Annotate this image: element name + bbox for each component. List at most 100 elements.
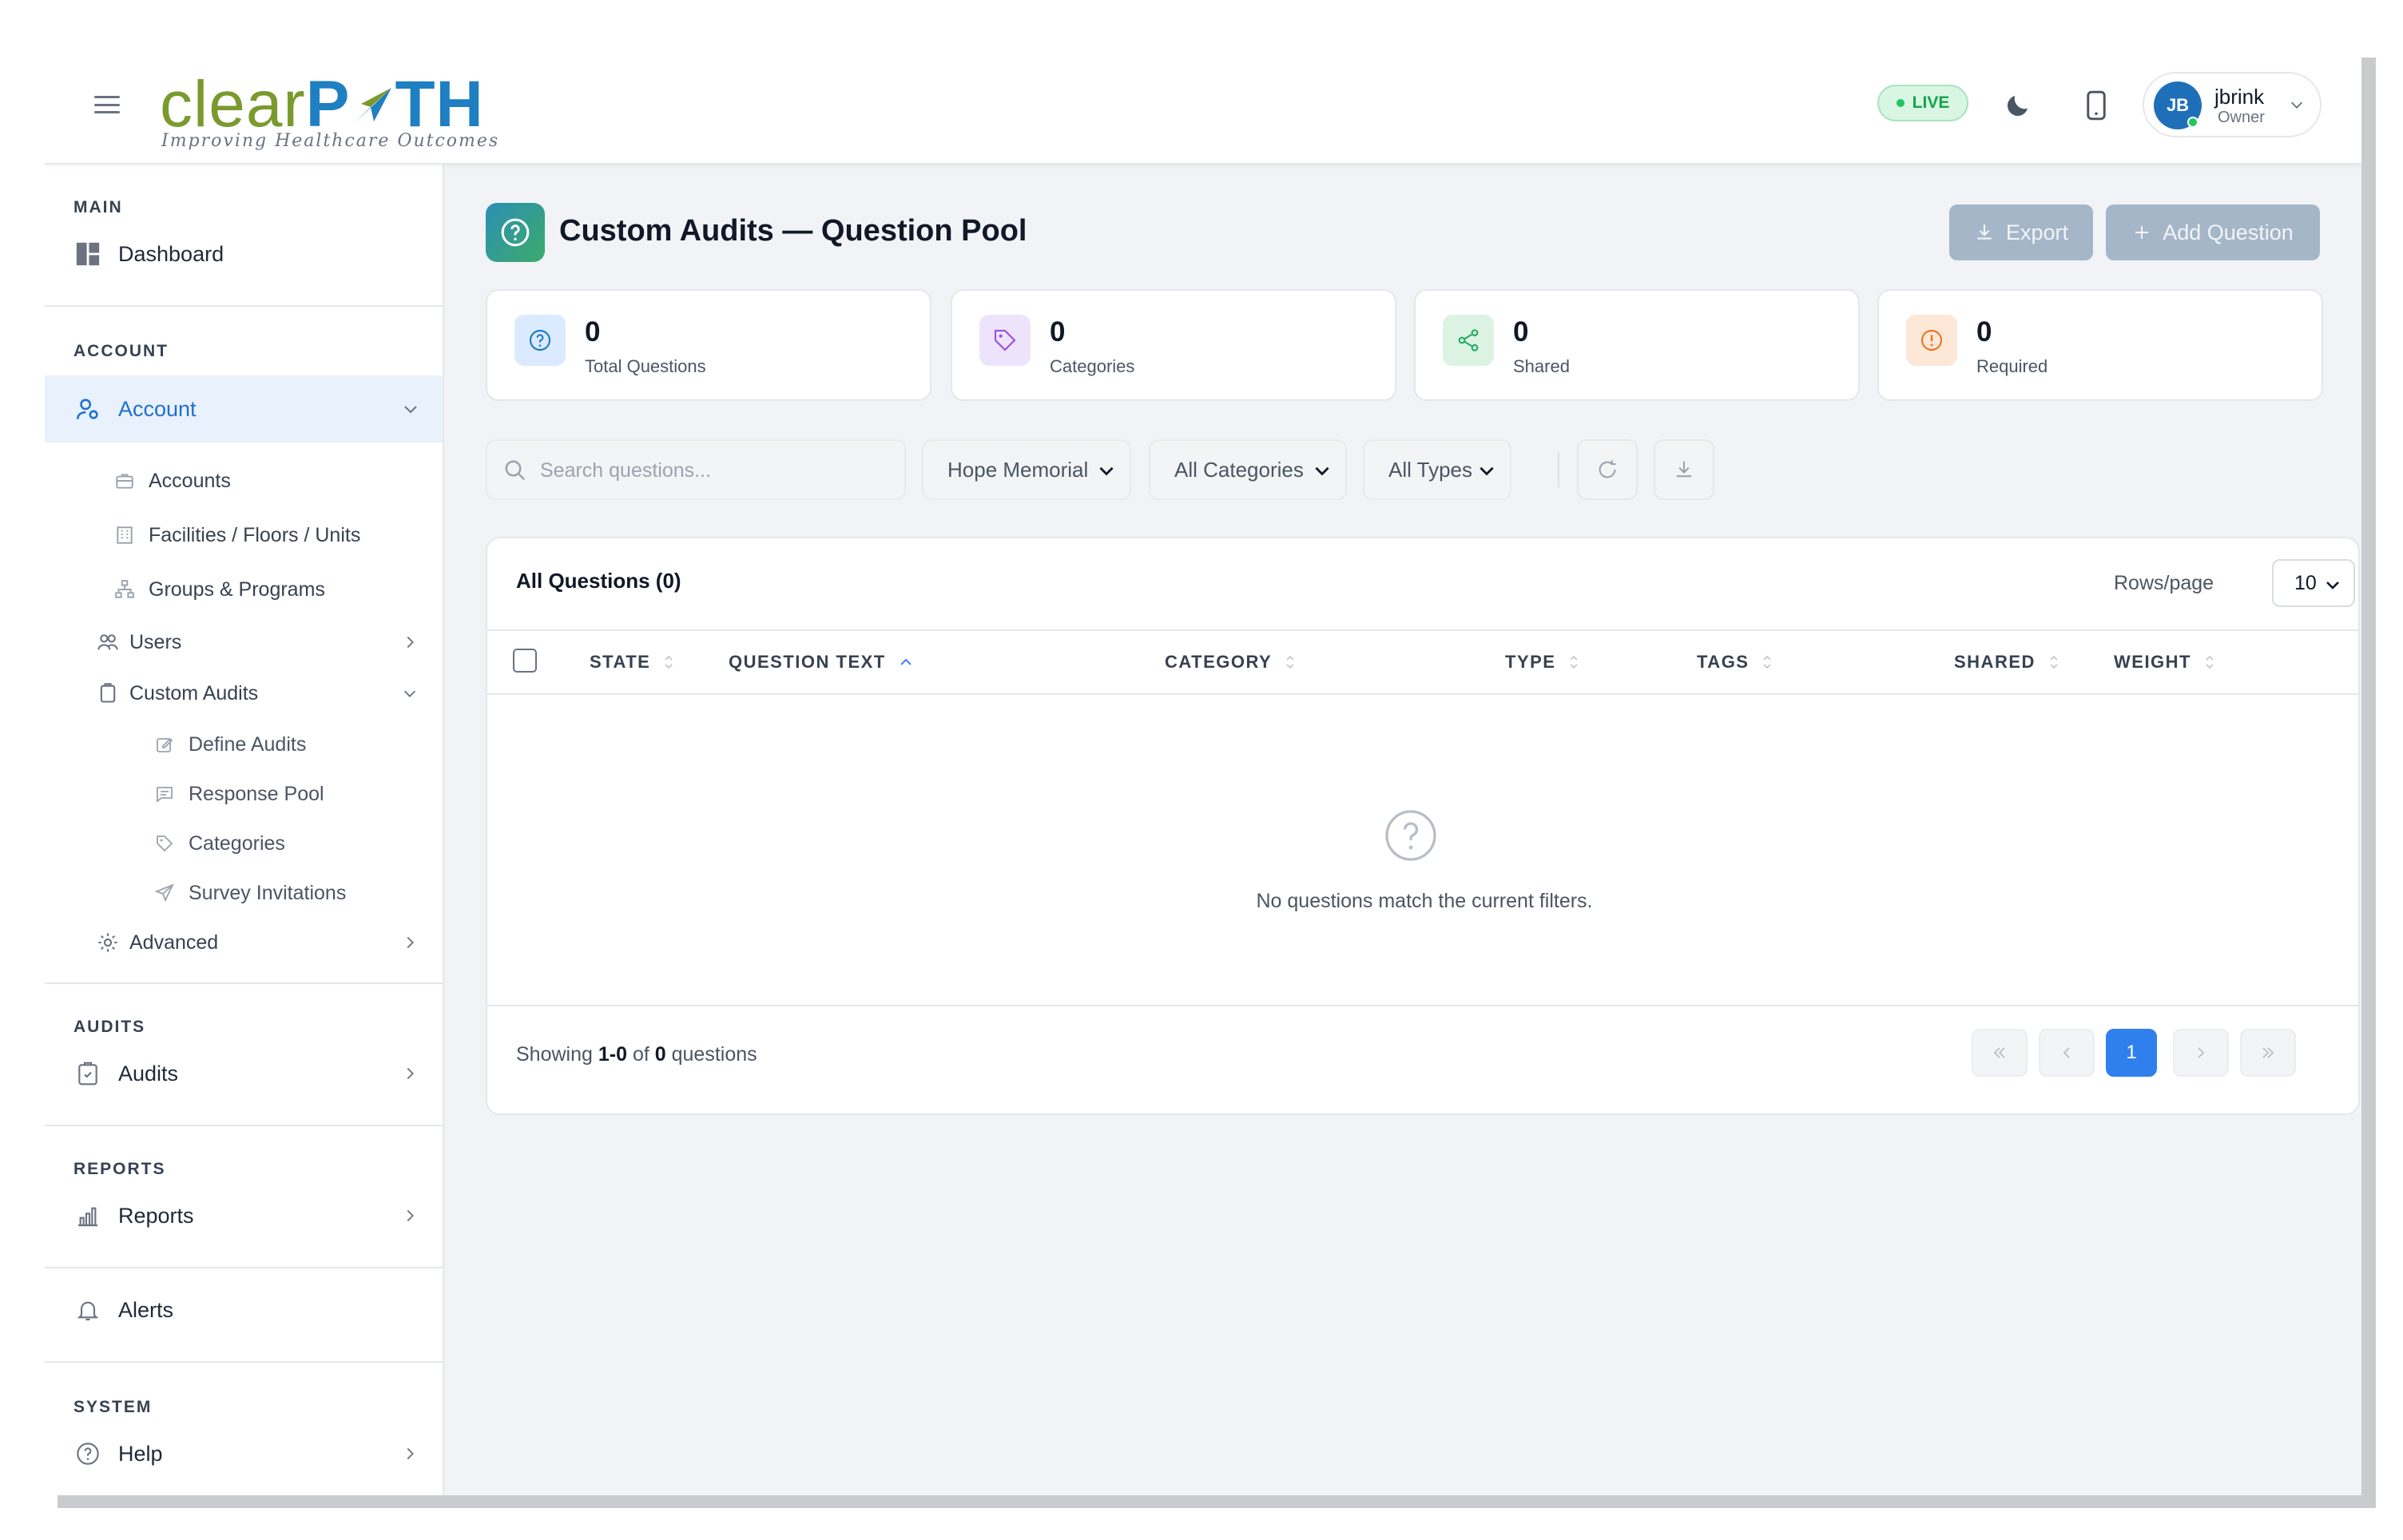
column-header-question-text[interactable]: QUESTION TEXT xyxy=(729,652,913,673)
rows-per-page-select[interactable]: 10 xyxy=(2272,559,2355,607)
column-header-weight[interactable]: WEIGHT xyxy=(2114,652,2215,673)
sidebar-item-reports[interactable]: Reports xyxy=(45,1190,443,1241)
section-title-account: ACCOUNT xyxy=(73,342,169,360)
rows-per-page-label: Rows/page xyxy=(2114,572,2214,594)
mobile-device-icon[interactable] xyxy=(2079,88,2114,123)
download-icon xyxy=(1676,461,1692,478)
sort-icon xyxy=(2206,655,2214,669)
bar-chart-icon xyxy=(72,1200,104,1232)
sidebar-item-help[interactable]: Help xyxy=(45,1428,443,1479)
section-title-main: MAIN xyxy=(73,198,123,216)
chevron-down-icon xyxy=(2290,101,2303,109)
table-header: STATE QUESTION TEXT CATEGORY TYPE TAGS S… xyxy=(487,629,2358,695)
search-icon xyxy=(505,460,526,481)
table-title: All Questions (0) xyxy=(516,569,681,593)
export-button[interactable]: Export xyxy=(1949,204,2093,260)
sort-icon xyxy=(1286,655,1294,669)
sidebar-item-accounts[interactable]: Accounts xyxy=(45,458,443,503)
sidebar-item-users[interactable]: Users xyxy=(45,618,443,666)
sidebar-item-survey-invitations[interactable]: Survey Invitations xyxy=(45,869,443,917)
section-title-reports: REPORTS xyxy=(73,1160,166,1178)
window-shadow xyxy=(58,1495,2376,1508)
bell-icon xyxy=(72,1294,104,1326)
divider xyxy=(45,1125,443,1126)
add-question-button[interactable]: Add Question xyxy=(2106,204,2320,260)
building-icon xyxy=(113,524,136,546)
column-header-shared[interactable]: SHARED xyxy=(1954,652,2059,673)
edit-icon xyxy=(153,733,176,756)
previous-page-button[interactable] xyxy=(2039,1029,2095,1077)
briefcase-icon xyxy=(113,470,136,492)
window-shadow xyxy=(2361,58,2376,1502)
chevron-right-icon xyxy=(407,1209,414,1222)
sidebar-item-groups[interactable]: Groups & Programs xyxy=(45,567,443,612)
chevron-down-icon xyxy=(2326,581,2339,589)
app-window: clearP TH Improving Healthcare Outcomes … xyxy=(45,58,2361,1495)
divider xyxy=(45,982,443,984)
questions-table-card: All Questions (0) Rows/page 10 STATE QUE… xyxy=(486,537,2360,1115)
sort-icon xyxy=(1570,655,1578,669)
facility-select[interactable]: Hope Memorial xyxy=(922,439,1131,500)
sidebar-item-account[interactable]: Account xyxy=(45,375,443,443)
page-1-button[interactable]: 1 xyxy=(2106,1029,2157,1077)
next-page-button[interactable] xyxy=(2173,1029,2229,1077)
sort-icon xyxy=(665,655,673,669)
clearpath-logo[interactable]: clearP TH Improving Healthcare Outcomes xyxy=(160,69,499,152)
stat-card-categories: 0 Categories xyxy=(951,289,1396,401)
chevron-down-icon xyxy=(403,690,416,697)
sidebar-item-response-pool[interactable]: Response Pool xyxy=(45,770,443,818)
chevron-down-icon xyxy=(1480,466,1494,476)
column-header-type[interactable]: TYPE xyxy=(1505,652,1579,673)
chevron-right-icon xyxy=(2198,1047,2205,1058)
refresh-button[interactable] xyxy=(1577,439,1638,500)
sidebar-item-custom-audits[interactable]: Custom Audits xyxy=(45,669,443,717)
dark-mode-moon-icon[interactable] xyxy=(2000,88,2036,123)
select-all-checkbox[interactable] xyxy=(513,649,537,673)
chevron-down-icon xyxy=(1099,466,1114,476)
first-page-button[interactable] xyxy=(1972,1029,2028,1077)
sidebar-item-alerts[interactable]: Alerts xyxy=(45,1284,443,1336)
column-header-category[interactable]: CATEGORY xyxy=(1165,652,1296,673)
online-indicator xyxy=(2187,117,2198,128)
sidebar-item-dashboard[interactable]: Dashboard xyxy=(45,230,443,278)
user-menu[interactable]: JB jbrink Owner xyxy=(2143,72,2322,137)
sidebar-item-categories[interactable]: Categories xyxy=(45,820,443,867)
live-status-badge: LIVE xyxy=(1877,85,1968,121)
dashboard-icon xyxy=(72,238,104,270)
type-select[interactable]: All Types xyxy=(1363,439,1511,500)
clipboard-copy-icon xyxy=(96,681,120,705)
question-circle-icon xyxy=(514,315,566,366)
last-page-button[interactable] xyxy=(2240,1029,2296,1077)
refresh-icon xyxy=(1599,460,1616,478)
column-header-state[interactable]: STATE xyxy=(590,652,674,673)
divider xyxy=(45,1361,443,1363)
hierarchy-icon xyxy=(113,578,136,601)
empty-state-message: No questions match the current filters. xyxy=(1256,890,1593,912)
sidebar-item-advanced[interactable]: Advanced xyxy=(45,919,443,966)
chevron-down-icon xyxy=(404,406,417,414)
search-input[interactable] xyxy=(540,454,892,487)
send-icon xyxy=(153,882,176,904)
sidebar-item-audits[interactable]: Audits xyxy=(45,1048,443,1099)
sidebar-item-facilities[interactable]: Facilities / Floors / Units xyxy=(45,513,443,558)
sidebar-item-define-audits[interactable]: Define Audits xyxy=(45,720,443,768)
section-title-audits: AUDITS xyxy=(73,1018,146,1036)
download-button[interactable] xyxy=(1654,439,1714,500)
question-circle-icon xyxy=(486,203,545,262)
column-header-tags[interactable]: TAGS xyxy=(1697,652,1773,673)
chevrons-left-icon xyxy=(1993,1047,2005,1058)
chevron-down-icon xyxy=(1315,466,1329,476)
tag-icon xyxy=(979,315,1031,366)
stat-card-required: 0 Required xyxy=(1877,289,2323,401)
stat-card-total-questions: 0 Total Questions xyxy=(486,289,931,401)
main-content: Custom Audits — Question Pool Export Add… xyxy=(444,165,2361,1495)
stat-card-shared: 0 Shared xyxy=(1414,289,1860,401)
hamburger-menu-icon[interactable] xyxy=(94,93,120,117)
chevron-right-icon xyxy=(407,1067,414,1080)
clipboard-check-icon xyxy=(72,1058,104,1090)
gear-icon xyxy=(96,931,120,955)
avatar: JB xyxy=(2154,81,2202,129)
category-select[interactable]: All Categories xyxy=(1149,439,1347,500)
user-name: jbrink xyxy=(2214,85,2265,109)
sort-icon xyxy=(1763,655,1772,669)
